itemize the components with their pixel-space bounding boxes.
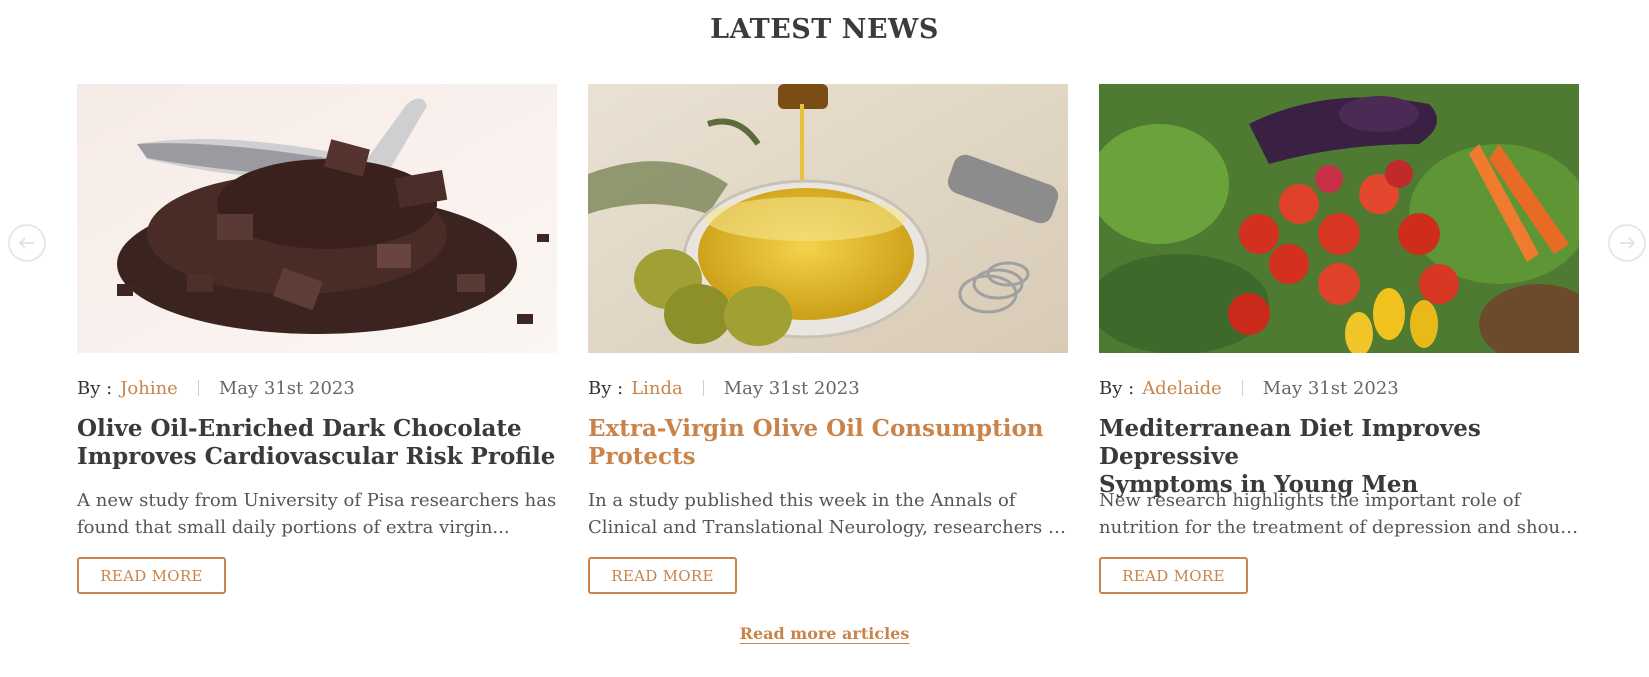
article-card: By : Linda May 31st 2023 Extra-Virgin Ol… — [588, 84, 1068, 594]
by-label: By : — [1099, 377, 1135, 399]
article-date: May 31st 2023 — [1262, 377, 1399, 399]
article-date: May 31st 2023 — [218, 377, 355, 399]
article-title-line: Extra-Virgin Olive Oil Consumption — [588, 415, 1044, 442]
read-more-button[interactable]: READ MORE — [77, 557, 226, 594]
excerpt-line: In a study published this week in the An… — [588, 490, 1016, 511]
read-more-articles-link[interactable]: Read more articles — [740, 624, 910, 643]
article-excerpt: In a study published this week in the An… — [588, 487, 1068, 541]
meta-divider — [197, 380, 199, 396]
article-image-olive-oil[interactable] — [588, 84, 1068, 353]
read-more-button[interactable]: READ MORE — [1099, 557, 1248, 594]
excerpt-line: found that small daily portions of extra… — [77, 517, 510, 538]
author-link[interactable]: Linda — [631, 378, 683, 399]
read-more-articles-container: Read more articles — [0, 624, 1649, 643]
by-label: By : — [588, 377, 624, 399]
carousel-prev-button[interactable] — [8, 224, 46, 262]
article-date: May 31st 2023 — [723, 377, 860, 399]
author-link[interactable]: Adelaide — [1142, 378, 1222, 399]
article-excerpt: New research highlights the important ro… — [1099, 487, 1579, 541]
excerpt-line: Clinical and Translational Neurology, re… — [588, 517, 1068, 538]
carousel-next-button[interactable] — [1608, 224, 1646, 262]
article-image-chocolate[interactable] — [77, 84, 557, 353]
arrow-right-icon — [1620, 237, 1636, 249]
section-title: LATEST NEWS — [710, 14, 939, 45]
by-label: By : — [77, 377, 113, 399]
article-title[interactable]: Mediterranean Diet Improves Depressive S… — [1099, 415, 1579, 498]
article-card: By : Johine May 31st 2023 Olive Oil-Enri… — [77, 84, 557, 594]
excerpt-line: New research highlights the important ro… — [1099, 490, 1521, 511]
article-title-line: Protects — [588, 443, 696, 470]
article-title-line: Improves Cardiovascular Risk Profile — [77, 443, 556, 470]
excerpt-line: A new study from University of Pisa rese… — [77, 490, 557, 511]
article-title[interactable]: Olive Oil-Enriched Dark Chocolate Improv… — [77, 415, 557, 471]
article-title-line: Olive Oil-Enriched Dark Chocolate — [77, 415, 522, 442]
author-link[interactable]: Johine — [120, 378, 178, 399]
article-title-line: Mediterranean Diet Improves Depressive — [1099, 415, 1481, 470]
excerpt-line: nutrition for the treatment of depressio… — [1099, 517, 1579, 538]
meta-divider — [1241, 380, 1243, 396]
article-excerpt: A new study from University of Pisa rese… — [77, 487, 557, 541]
meta-divider — [702, 380, 704, 396]
read-more-button[interactable]: READ MORE — [588, 557, 737, 594]
article-title[interactable]: Extra-Virgin Olive Oil Consumption Prote… — [588, 415, 1068, 471]
article-image-vegetables[interactable] — [1099, 84, 1579, 353]
arrow-left-icon — [18, 237, 34, 249]
article-card: By : Adelaide May 31st 2023 Mediterranea… — [1099, 84, 1579, 594]
